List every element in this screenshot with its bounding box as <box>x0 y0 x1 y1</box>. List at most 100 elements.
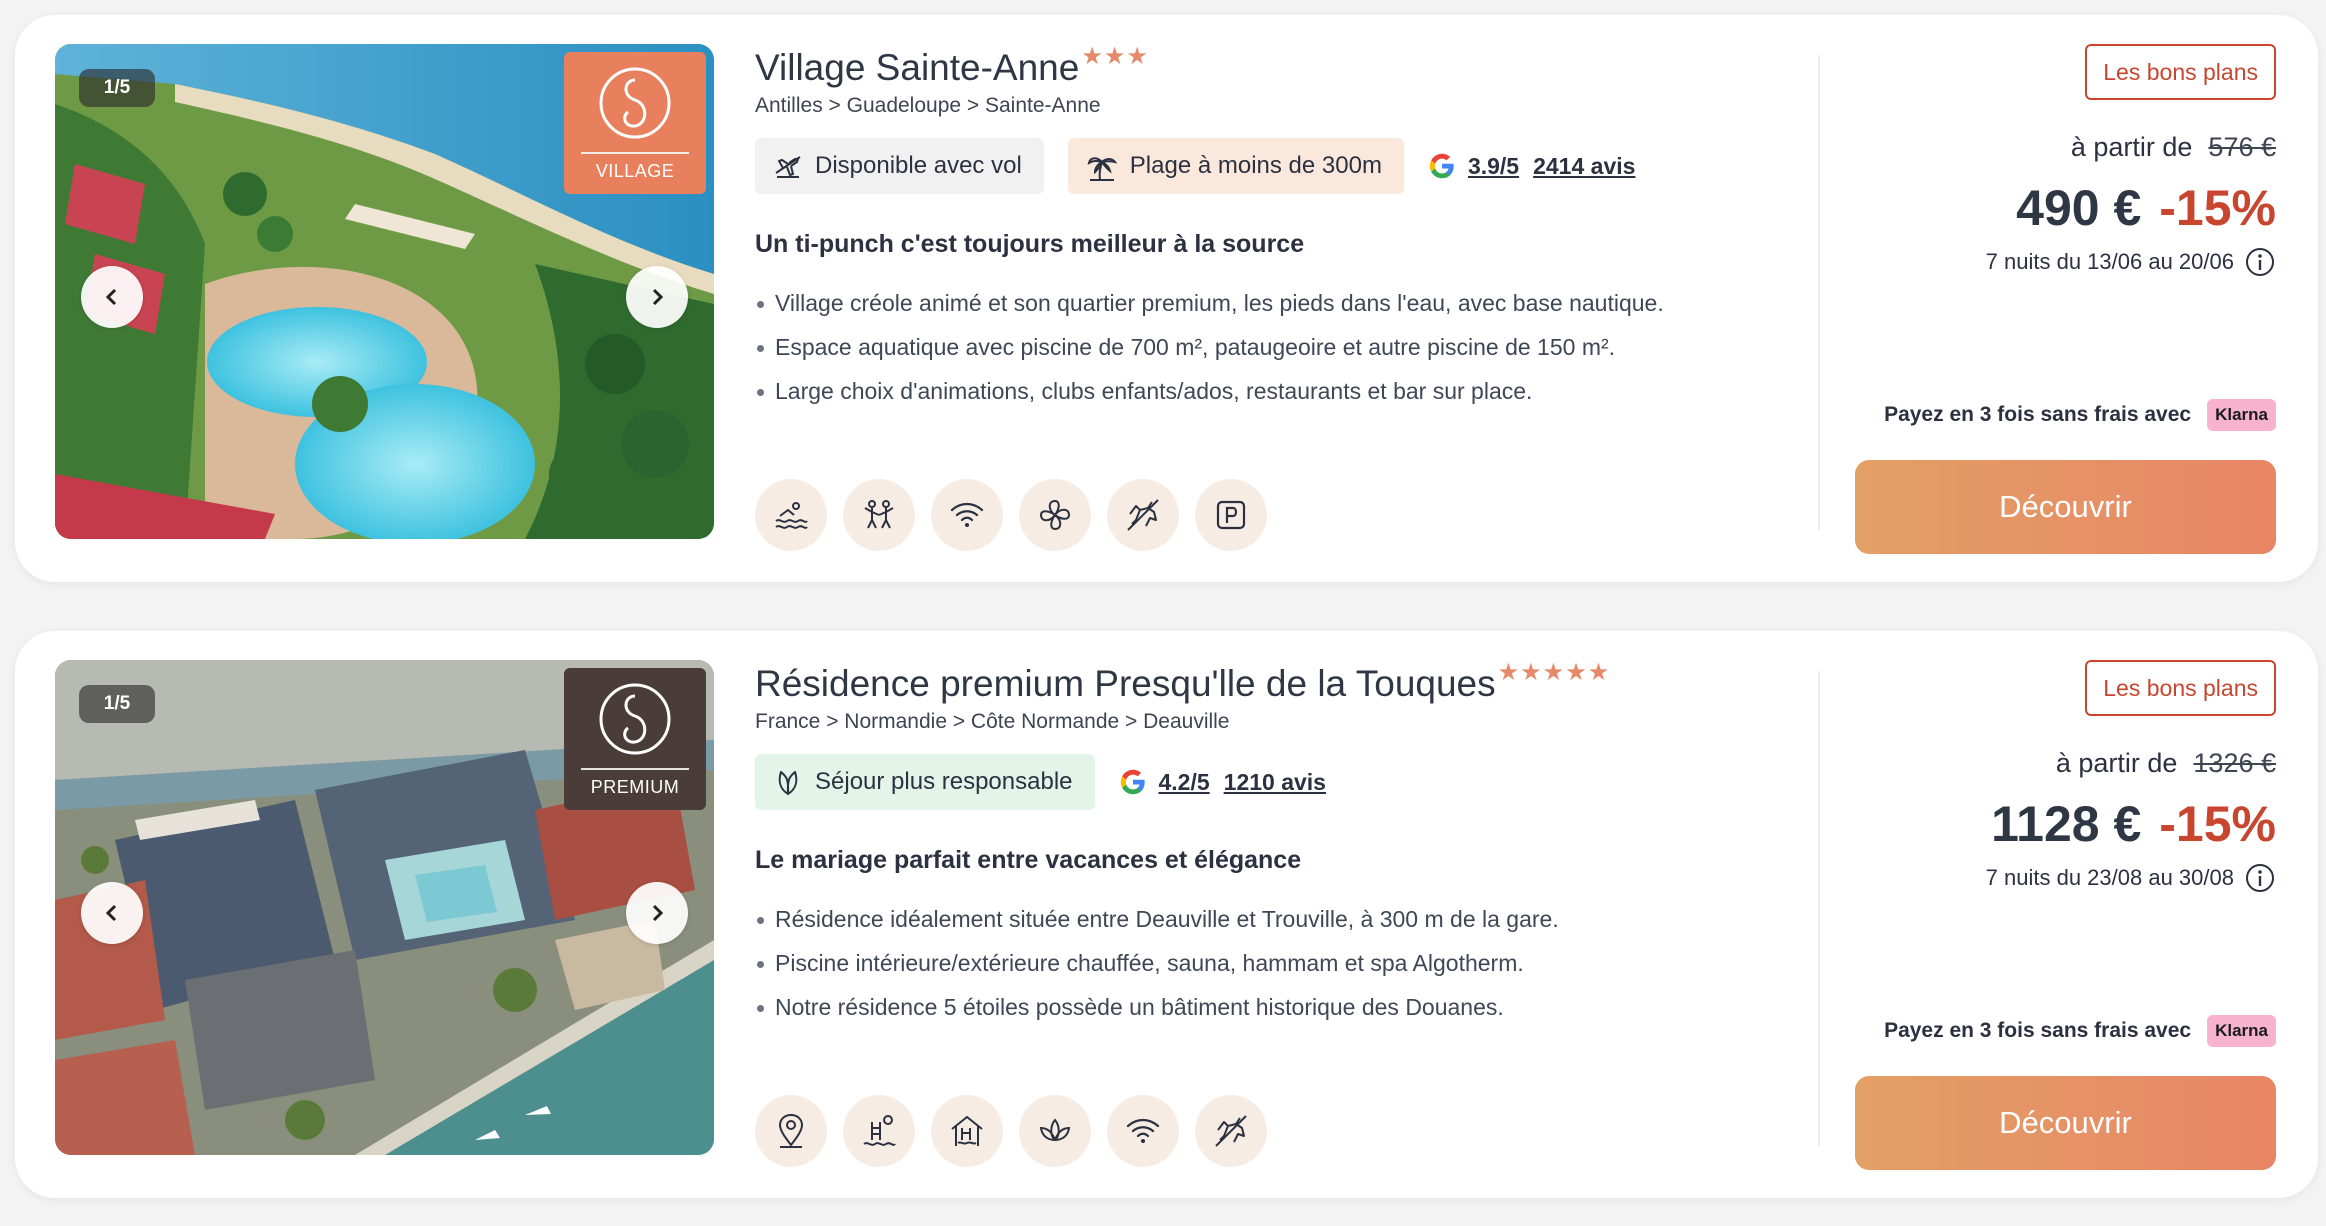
column-divider <box>1818 671 1820 1146</box>
listing-card[interactable]: 1/5 VILLAGE Village Sainte-Anne ★★★ Anti… <box>15 15 2318 582</box>
discount-percent: -15% <box>2159 796 2276 852</box>
listing-info: Village Sainte-Anne ★★★ Antilles > Guade… <box>755 43 1815 551</box>
listing-card[interactable]: 1/5 PREMIUM Résidence premium Presqu'lle… <box>15 631 2318 1198</box>
brand-logo-icon <box>599 683 671 755</box>
village-brand-badge: VILLAGE <box>564 52 706 194</box>
kids-club-icon <box>864 500 894 529</box>
leaf-icon <box>778 771 798 795</box>
amenity-spa <box>1019 1095 1091 1167</box>
google-icon <box>1120 769 1145 795</box>
chevron-left-icon <box>105 288 117 306</box>
tag-label: Séjour plus responsable <box>815 768 1073 795</box>
stay-dates: 7 nuits du 13/06 au 20/06 <box>1985 249 2234 274</box>
pets-allowed-icon <box>1215 1115 1247 1147</box>
discover-button[interactable]: Découvrir <box>1855 460 2276 554</box>
price-panel: Les bons plans à partir de 1326 € 1128 €… <box>1855 660 2276 1170</box>
chevron-left-icon <box>105 904 117 922</box>
listing-photo[interactable]: 1/5 VILLAGE <box>55 44 714 539</box>
listing-info: Résidence premium Presqu'lle de la Touqu… <box>755 659 1815 1167</box>
amenities-row <box>755 1095 1283 1167</box>
discover-button[interactable]: Découvrir <box>1855 1076 2276 1170</box>
listing-photo[interactable]: 1/5 PREMIUM <box>55 660 714 1155</box>
old-price: 1326 € <box>2193 748 2276 778</box>
pets-allowed-icon <box>1127 499 1159 531</box>
rating-score[interactable]: 4.2/5 <box>1159 769 1210 796</box>
location-breadcrumb: France > Normandie > Côte Normande > Dea… <box>755 710 1230 733</box>
list-item: Résidence idéalement située entre Deauvi… <box>755 897 1815 941</box>
photo-counter: 1/5 <box>79 69 155 107</box>
from-label: à partir de <box>2070 132 2193 162</box>
wifi-icon <box>950 502 984 527</box>
parking-icon <box>1216 500 1246 530</box>
list-item: Notre résidence 5 étoiles possède un bât… <box>755 985 1815 1029</box>
price-panel: Les bons plans à partir de 576 € 490 € -… <box>1855 44 2276 554</box>
list-item: Large choix d'animations, clubs enfants/… <box>755 369 1815 413</box>
amenity-air-conditioning <box>1019 479 1091 551</box>
star-rating: ★★★ <box>1081 43 1149 70</box>
amenity-kids-club <box>843 479 915 551</box>
deals-badge: Les bons plans <box>2085 660 2276 716</box>
previous-photo-button[interactable] <box>81 882 143 944</box>
spa-icon <box>1039 1118 1071 1142</box>
next-photo-button[interactable] <box>626 266 688 328</box>
amenity-outdoor-pool <box>843 1095 915 1167</box>
tag-label: Plage à moins de 300m <box>1129 152 1382 179</box>
listing-headline: Un ti-punch c'est toujours meilleur à la… <box>755 230 1305 258</box>
badge-label: PREMIUM <box>590 777 680 797</box>
amenity-location <box>755 1095 827 1167</box>
amenity-swimming <box>755 479 827 551</box>
installment-text: Payez en 3 fois sans frais avec <box>1884 403 2192 426</box>
info-icon[interactable] <box>2244 862 2276 894</box>
listing-title[interactable]: Résidence premium Presqu'lle de la Touqu… <box>755 660 1496 708</box>
amenity-parking <box>1195 479 1267 551</box>
klarna-logo: Klarna <box>2207 1015 2276 1047</box>
tag-beach-nearby: Plage à moins de 300m <box>1067 138 1404 194</box>
rating-score[interactable]: 3.9/5 <box>1468 153 1519 180</box>
list-item: Espace aquatique avec piscine de 700 m²,… <box>755 325 1815 369</box>
outdoor-pool-icon <box>863 1115 896 1146</box>
discount-percent: -15% <box>2159 180 2276 236</box>
google-rating[interactable]: 4.2/5 1210 avis <box>1119 768 1326 796</box>
google-icon <box>1429 153 1454 179</box>
deals-badge: Les bons plans <box>2085 44 2276 100</box>
tag-flight-available: Disponible avec vol <box>755 138 1044 194</box>
badge-label: VILLAGE <box>595 161 675 181</box>
next-photo-button[interactable] <box>626 882 688 944</box>
from-label: à partir de <box>2055 748 2178 778</box>
list-item: Piscine intérieure/extérieure chauffée, … <box>755 941 1815 985</box>
swimming-icon <box>775 502 808 529</box>
tag-responsible-stay: Séjour plus responsable <box>755 754 1095 810</box>
chevron-right-icon <box>652 904 664 922</box>
old-price: 576 € <box>2208 132 2276 162</box>
feature-list: Résidence idéalement située entre Deauvi… <box>755 897 1815 1029</box>
tag-label: Disponible avec vol <box>815 152 1022 179</box>
google-rating[interactable]: 3.9/5 2414 avis <box>1428 152 1635 180</box>
location-breadcrumb: Antilles > Guadeloupe > Sainte-Anne <box>755 94 1101 117</box>
palm-tree-icon <box>1087 157 1118 181</box>
current-price: 1128 € <box>1991 796 2142 852</box>
indoor-pool-icon <box>951 1115 983 1146</box>
location-pin-icon <box>778 1113 804 1148</box>
air-conditioning-icon <box>1039 499 1071 531</box>
rating-reviews-link[interactable]: 2414 avis <box>1533 153 1635 180</box>
feature-list: Village créole animé et son quartier pre… <box>755 281 1815 413</box>
info-icon[interactable] <box>2244 246 2276 278</box>
installment-text: Payez en 3 fois sans frais avec <box>1884 1019 2192 1042</box>
column-divider <box>1818 55 1820 530</box>
plane-icon <box>775 156 801 178</box>
listing-title[interactable]: Village Sainte-Anne <box>755 44 1079 92</box>
brand-logo-icon <box>599 67 671 139</box>
current-price: 490 € <box>2016 180 2142 236</box>
rating-reviews-link[interactable]: 1210 avis <box>1224 769 1326 796</box>
list-item: Village créole animé et son quartier pre… <box>755 281 1815 325</box>
photo-counter: 1/5 <box>79 685 155 723</box>
previous-photo-button[interactable] <box>81 266 143 328</box>
amenity-pets-allowed <box>1107 479 1179 551</box>
badge-divider <box>581 768 689 770</box>
amenity-wifi <box>931 479 1003 551</box>
amenity-pets-allowed <box>1195 1095 1267 1167</box>
amenity-wifi <box>1107 1095 1179 1167</box>
star-rating: ★★★★★ <box>1497 659 1611 686</box>
wifi-icon <box>1126 1118 1160 1143</box>
amenity-indoor-pool <box>931 1095 1003 1167</box>
